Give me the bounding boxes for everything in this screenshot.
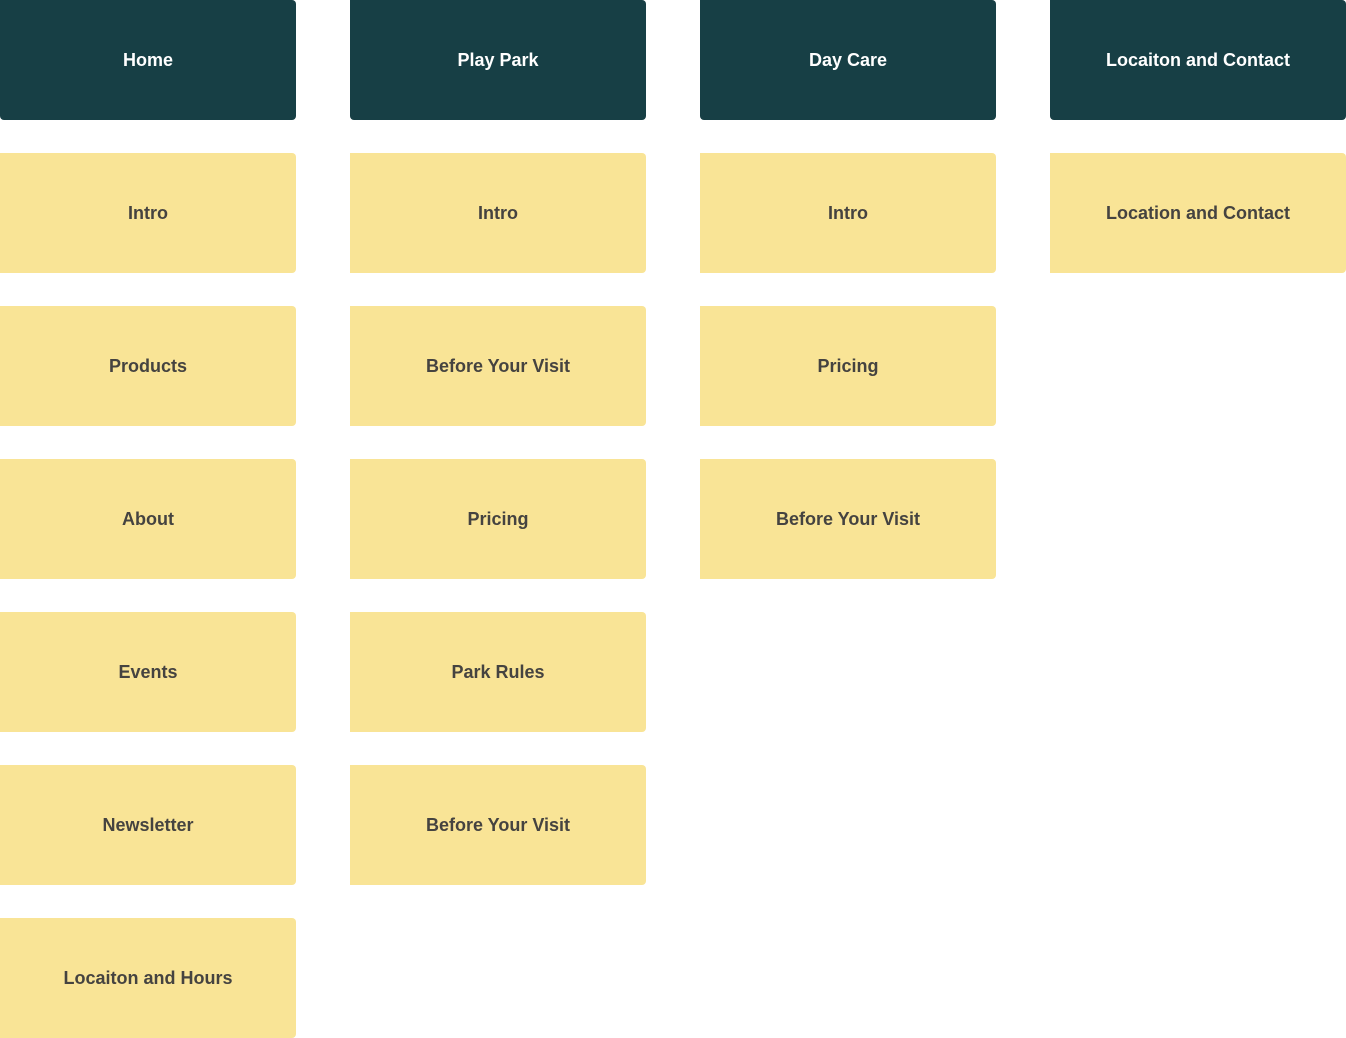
section-card-home-intro[interactable]: Intro <box>0 153 296 273</box>
page-card-location-contact[interactable]: Locaiton and Contact <box>1050 0 1346 120</box>
section-card-day-care-before-visit[interactable]: Before Your Visit <box>700 459 996 579</box>
section-card-home-newsletter[interactable]: Newsletter <box>0 765 296 885</box>
section-card-home-location-hours[interactable]: Locaiton and Hours <box>0 918 296 1038</box>
section-card-play-park-intro[interactable]: Intro <box>350 153 646 273</box>
page-card-home[interactable]: Home <box>0 0 296 120</box>
section-card-home-about[interactable]: About <box>0 459 296 579</box>
page-card-play-park[interactable]: Play Park <box>350 0 646 120</box>
section-card-location-contact[interactable]: Location and Contact <box>1050 153 1346 273</box>
section-card-day-care-intro[interactable]: Intro <box>700 153 996 273</box>
section-card-day-care-pricing[interactable]: Pricing <box>700 306 996 426</box>
page-card-day-care[interactable]: Day Care <box>700 0 996 120</box>
section-card-play-park-rules[interactable]: Park Rules <box>350 612 646 732</box>
section-card-play-park-before-visit-2[interactable]: Before Your Visit <box>350 765 646 885</box>
sitemap-diagram: Home Intro Products About Events Newslet… <box>0 0 1346 1038</box>
section-card-home-products[interactable]: Products <box>0 306 296 426</box>
section-card-play-park-before-visit[interactable]: Before Your Visit <box>350 306 646 426</box>
section-card-home-events[interactable]: Events <box>0 612 296 732</box>
section-card-play-park-pricing[interactable]: Pricing <box>350 459 646 579</box>
